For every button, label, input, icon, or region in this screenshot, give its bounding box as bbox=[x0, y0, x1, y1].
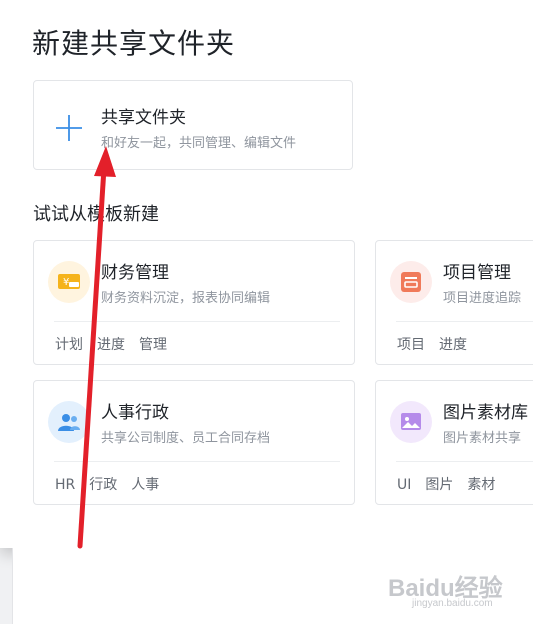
baidu-watermark-url: jingyan.baidu.com bbox=[412, 598, 493, 609]
template-name: 财务管理 bbox=[101, 263, 169, 283]
new-shared-folder-description: 和好友一起，共同管理、编辑文件 bbox=[101, 136, 297, 151]
template-name: 图片素材库 bbox=[443, 403, 528, 423]
template-card-hr[interactable]: 人事行政 共享公司制度、员工合同存档 HR 行政 人事 bbox=[33, 380, 355, 505]
people-icon bbox=[48, 401, 90, 443]
template-description: 共享公司制度、员工合同存档 bbox=[101, 431, 271, 446]
template-name: 人事行政 bbox=[101, 403, 169, 423]
template-tag: 计划 bbox=[55, 337, 83, 353]
template-description: 财务资料沉淀，报表协同编辑 bbox=[101, 291, 271, 306]
template-description: 图片素材共享 bbox=[443, 431, 522, 446]
divider bbox=[396, 461, 533, 462]
template-card-project[interactable]: 项目管理 项目进度追踪 项目 进度 bbox=[375, 240, 533, 365]
new-shared-folder-card[interactable]: 共享文件夹 和好友一起，共同管理、编辑文件 bbox=[33, 80, 353, 170]
template-tag: 图片 bbox=[425, 477, 454, 493]
divider bbox=[54, 461, 340, 462]
svg-text:¥: ¥ bbox=[63, 277, 69, 288]
image-icon bbox=[390, 401, 432, 443]
template-tag: 项目 bbox=[397, 337, 425, 353]
template-tags: 计划 进度 管理 bbox=[55, 334, 181, 354]
template-tag: 行政 bbox=[89, 477, 118, 493]
templates-section-title: 试试从模板新建 bbox=[33, 204, 159, 225]
template-tags: UI 图片 素材 bbox=[397, 474, 509, 494]
template-tag: 进度 bbox=[439, 337, 467, 353]
template-tag: 人事 bbox=[131, 477, 160, 493]
plus-icon bbox=[56, 115, 82, 141]
new-shared-folder-title: 共享文件夹 bbox=[101, 108, 186, 128]
template-tag: 进度 bbox=[97, 337, 125, 353]
template-name: 项目管理 bbox=[443, 263, 511, 283]
template-card-image-library[interactable]: 图片素材库 图片素材共享 UI 图片 素材 bbox=[375, 380, 533, 505]
project-icon bbox=[390, 261, 432, 303]
finance-icon: ¥ bbox=[48, 261, 90, 303]
new-shared-folder-dialog: 新建共享文件夹 共享文件夹 和好友一起，共同管理、编辑文件 试试从模板新建 ¥ … bbox=[0, 0, 533, 548]
divider bbox=[396, 321, 533, 322]
template-tag: HR bbox=[55, 477, 76, 493]
template-tags: HR 行政 人事 bbox=[55, 474, 173, 494]
template-tag: 管理 bbox=[139, 337, 167, 353]
divider bbox=[54, 321, 340, 322]
template-description: 项目进度追踪 bbox=[443, 291, 522, 306]
template-tag: UI bbox=[397, 477, 412, 493]
template-tag: 素材 bbox=[467, 477, 496, 493]
template-card-finance[interactable]: ¥ 财务管理 财务资料沉淀，报表协同编辑 计划 进度 管理 bbox=[33, 240, 355, 365]
template-tags: 项目 进度 bbox=[397, 334, 481, 354]
dialog-title: 新建共享文件夹 bbox=[32, 27, 236, 60]
